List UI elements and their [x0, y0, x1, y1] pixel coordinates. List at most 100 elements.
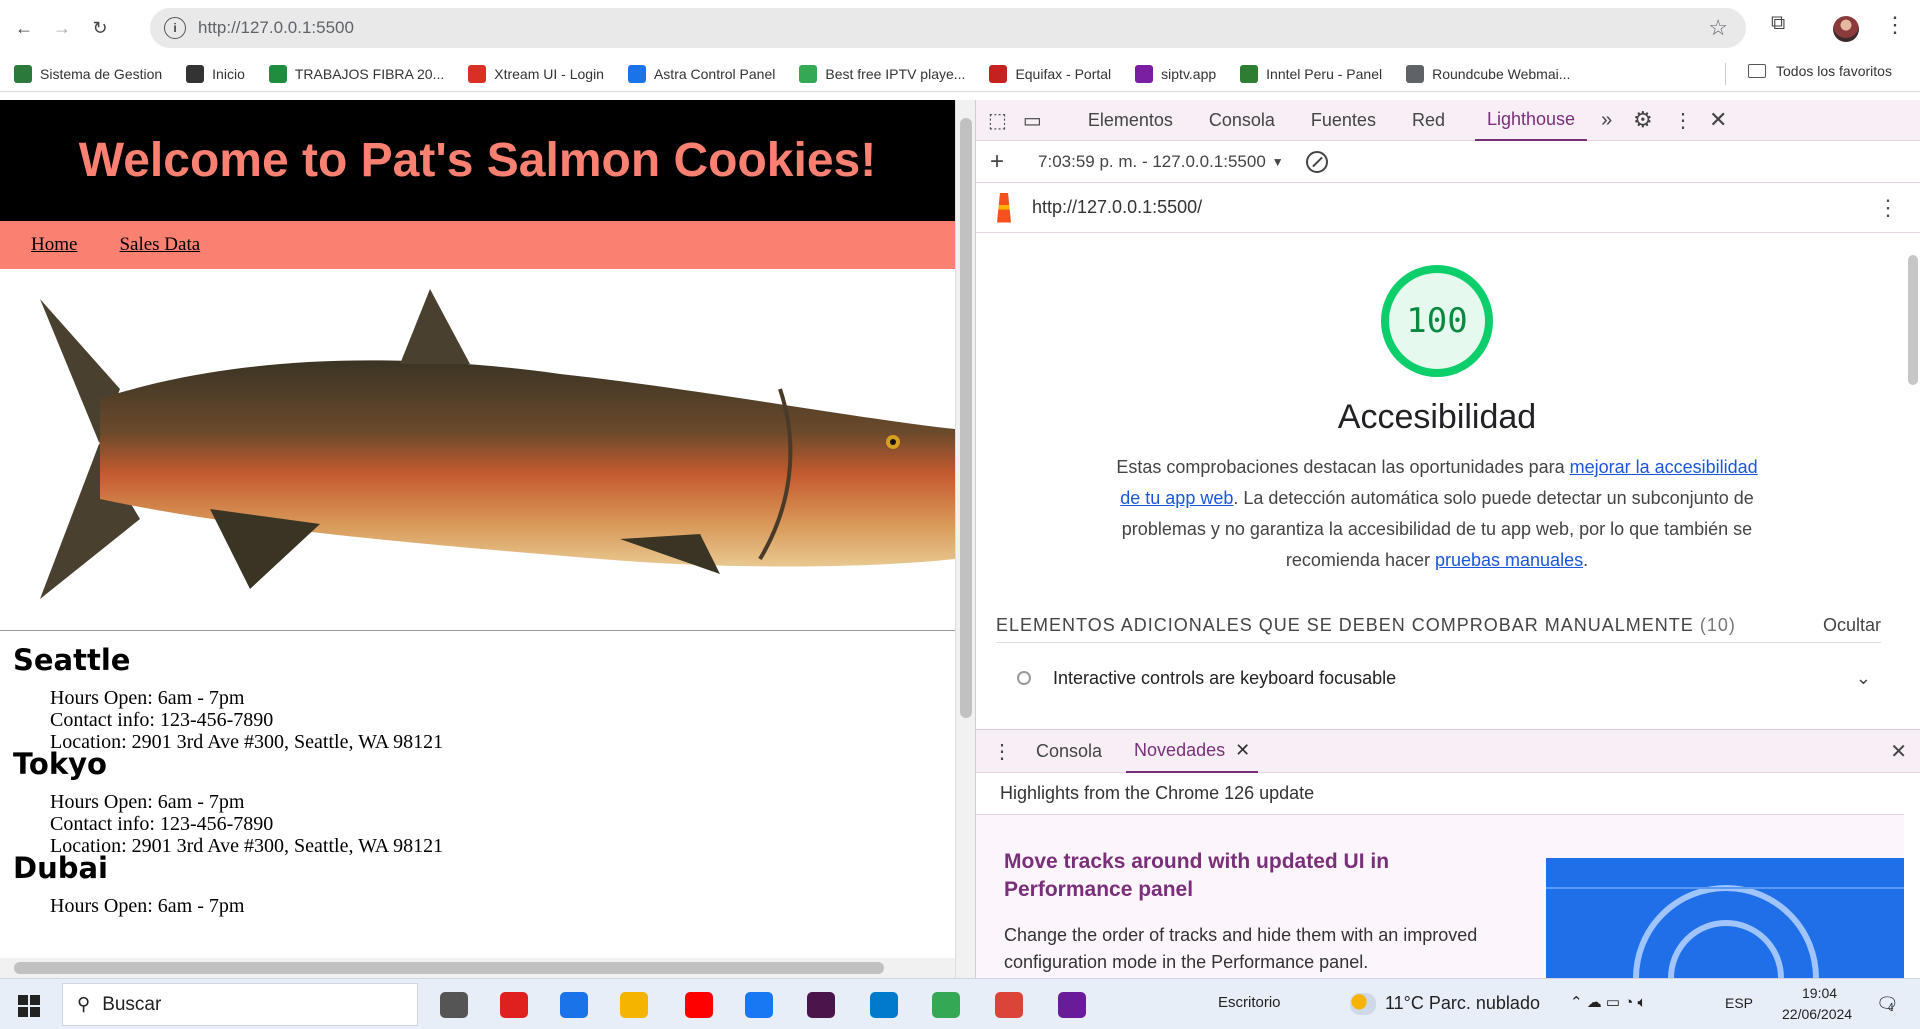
drawer-tab-console[interactable]: Consola — [1036, 741, 1102, 762]
devtools-tab-elementos[interactable]: Elementos — [1088, 100, 1173, 141]
devtools-tab-consola[interactable]: Consola — [1209, 100, 1275, 141]
site-info-icon[interactable]: i — [164, 17, 186, 39]
notification-count: 4 — [1888, 1002, 1894, 1013]
address-bar[interactable]: i http://127.0.0.1:5500 ☆ — [150, 8, 1746, 48]
close-devtools-icon[interactable]: ✕ — [1709, 107, 1727, 133]
devtools-tab-fuentes[interactable]: Fuentes — [1311, 100, 1376, 141]
language-indicator[interactable]: ESP — [1725, 995, 1753, 1011]
location-location: Location: 2901 3rd Ave #300, Seattle, WA… — [50, 835, 444, 857]
clear-reports-icon[interactable] — [1305, 150, 1328, 173]
location-heading: Tokyo — [13, 747, 107, 781]
weather-text[interactable]: 11°C Parc. nublado — [1385, 993, 1540, 1014]
bookmark-label: Astra Control Panel — [653, 65, 776, 82]
bookmark-item[interactable]: TRABAJOS FIBRA 20... — [268, 64, 445, 83]
bookmark-star-icon[interactable]: ☆ — [1708, 15, 1728, 41]
drawer-menu-icon[interactable]: ⋮ — [992, 739, 1012, 764]
bookmark-label: Inicio — [212, 65, 245, 82]
bookmarks-separator — [1725, 63, 1726, 85]
report-scrollbar[interactable] — [1904, 233, 1920, 729]
extensions-icon[interactable]: ⧉ — [1771, 12, 1785, 35]
app-icon[interactable] — [1058, 992, 1086, 1018]
report-url-bar: http://127.0.0.1:5500/ ⋮ — [976, 183, 1920, 233]
nav-sales-data-link[interactable]: Sales Data — [119, 234, 200, 256]
facebook-icon[interactable] — [745, 992, 773, 1018]
chevron-down-icon[interactable]: ▼ — [1272, 155, 1284, 169]
arrow-right-icon: → — [53, 17, 71, 38]
chrome-icon[interactable] — [995, 992, 1023, 1018]
page-horizontal-scrollbar[interactable] — [0, 958, 955, 978]
profile-avatar[interactable] — [1833, 16, 1859, 42]
bookmark-item[interactable]: Astra Control Panel — [627, 64, 776, 83]
bookmark-label: Equifax - Portal — [1015, 65, 1112, 82]
forward-button[interactable]: → — [48, 14, 76, 42]
windows-start-icon[interactable] — [18, 995, 40, 1017]
back-button[interactable]: ← — [10, 14, 38, 42]
settings-gear-icon[interactable]: ⚙ — [1633, 107, 1653, 133]
news-title[interactable]: Move tracks around with updated UI in Pe… — [1004, 848, 1504, 904]
slack-icon[interactable] — [807, 992, 835, 1018]
file-explorer-icon[interactable] — [620, 992, 648, 1018]
news-image — [1546, 858, 1904, 979]
tray-icons[interactable]: ⌃ ☁ ▭ ◔ 🔈︎ — [1570, 993, 1646, 1011]
git-icon[interactable] — [932, 992, 960, 1018]
devtools-drawer: ⋮ Consola Novedades ✕ ✕ Highlights from t… — [976, 729, 1920, 979]
bookmark-item[interactable]: Equifax - Portal — [989, 64, 1112, 83]
bookmark-label: Sistema de Gestion — [40, 65, 163, 82]
bookmark-item[interactable]: Xtream UI - Login — [468, 64, 604, 83]
report-scroll-thumb[interactable] — [1908, 255, 1918, 385]
report-select[interactable]: 7:03:59 p. m. - 127.0.0.1:5500 — [1038, 152, 1266, 172]
manual-tests-link[interactable]: pruebas manuales — [1435, 550, 1583, 570]
menu-dots-icon[interactable]: ⋮ — [1884, 12, 1906, 38]
mail-icon[interactable] — [560, 992, 588, 1018]
location-hours: Hours Open: 6am - 7pm — [50, 791, 245, 813]
page-vertical-scrollbar[interactable] — [955, 100, 975, 978]
manual-checks-header[interactable]: ELEMENTOS ADICIONALES QUE SE DEBEN COMPR… — [996, 609, 1881, 643]
notifications-icon[interactable]: 🗨︎ 4 — [1876, 994, 1899, 1015]
close-tab-icon[interactable]: ✕ — [1235, 740, 1250, 761]
devtools-menu-icon[interactable]: ⋮ — [1673, 108, 1693, 133]
inspect-element-icon[interactable]: ⬚ — [988, 108, 1007, 133]
bookmark-item[interactable]: Best free IPTV playe... — [799, 64, 966, 83]
clock-time[interactable]: 19:04 — [1802, 985, 1837, 1001]
devtools-tab-lighthouse[interactable]: Lighthouse — [1474, 100, 1588, 141]
vscode-icon[interactable] — [870, 992, 898, 1018]
more-tabs-icon[interactable]: » — [1601, 109, 1612, 132]
desktop-label[interactable]: Escritorio — [1218, 994, 1281, 1011]
highlights-text: Highlights from the Chrome 126 update — [1000, 783, 1315, 803]
all-bookmarks[interactable]: Todos los favoritos — [1748, 63, 1892, 79]
address-url[interactable]: http://127.0.0.1:5500 — [198, 18, 354, 38]
desc-text-3: . — [1583, 550, 1589, 570]
devtools-tab-red[interactable]: Red — [1412, 100, 1445, 141]
bookmark-favicon-icon — [1135, 64, 1154, 83]
opera-icon[interactable] — [500, 992, 528, 1018]
bookmark-item[interactable]: Roundcube Webmai... — [1406, 64, 1570, 83]
reload-button[interactable]: ↻ — [86, 14, 114, 42]
task-view-icon[interactable] — [440, 992, 468, 1018]
youtube-icon[interactable] — [685, 992, 713, 1018]
page-hscroll-thumb[interactable] — [14, 962, 884, 974]
bookmark-label: TRABAJOS FIBRA 20... — [294, 65, 445, 82]
new-report-icon[interactable]: + — [990, 148, 1004, 176]
bookmark-item[interactable]: siptv.app — [1135, 64, 1216, 83]
hide-toggle[interactable]: Ocultar — [1823, 615, 1881, 636]
drawer-tab-novedades[interactable]: Novedades ✕ — [1126, 730, 1259, 773]
page-scroll-thumb[interactable] — [960, 118, 972, 718]
category-description: Estas comprobaciones destacan las oportu… — [1111, 452, 1763, 576]
bookmark-item[interactable]: Inicio — [186, 64, 245, 83]
bookmark-item[interactable]: Inntel Peru - Panel — [1240, 64, 1382, 83]
devtools-tabbar: ⬚ ▭ Elementos Consola Fuentes Red Lighthouse… — [976, 100, 1920, 141]
chevron-down-icon[interactable]: ⌄ — [1856, 668, 1871, 689]
web-page: Welcome to Pat's Salmon Cookies! Home Sa… — [0, 100, 955, 978]
bookmark-item[interactable]: Sistema de Gestion — [14, 64, 163, 83]
device-toolbar-icon[interactable]: ▭ — [1023, 108, 1042, 133]
bookmark-label: Best free IPTV playe... — [825, 65, 966, 82]
report-menu-icon[interactable]: ⋮ — [1877, 195, 1899, 221]
clock-date[interactable]: 22/06/2024 — [1782, 1006, 1852, 1022]
bookmark-favicon-icon — [14, 64, 32, 83]
nav-home-link[interactable]: Home — [31, 234, 77, 256]
windows-taskbar: ⚲ Buscar Escritorio 11°C Parc. nublado ⌃… — [0, 978, 1920, 1029]
audit-item[interactable]: Interactive controls are keyboard focusa… — [996, 653, 1881, 703]
location-contact: Contact info: 123-456-7890 — [50, 709, 274, 731]
taskbar-search[interactable]: ⚲ Buscar — [62, 983, 418, 1026]
close-drawer-icon[interactable]: ✕ — [1890, 739, 1907, 764]
